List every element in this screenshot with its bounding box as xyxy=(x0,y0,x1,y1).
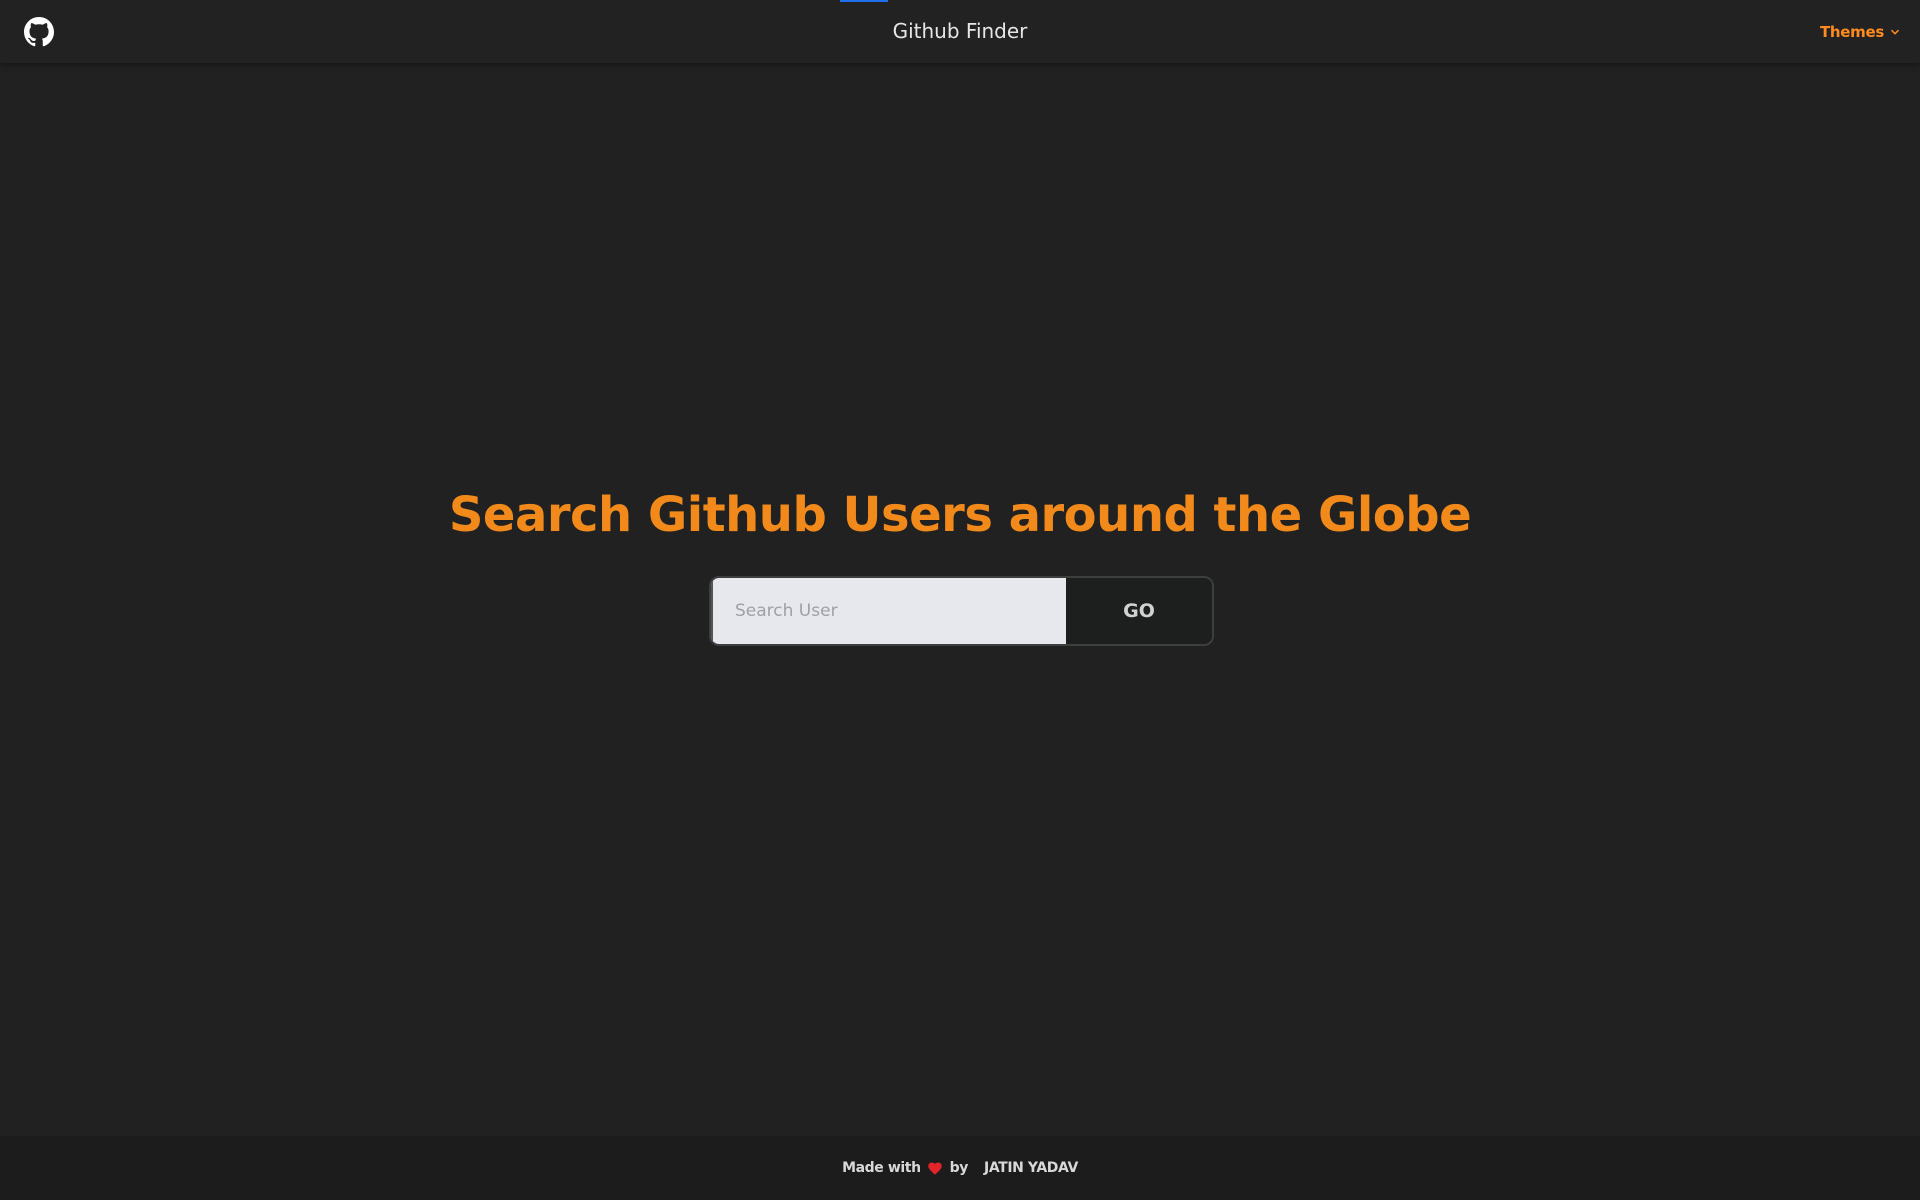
themes-dropdown[interactable]: Themes xyxy=(1820,20,1900,44)
heart-icon xyxy=(927,1162,942,1175)
themes-label: Themes xyxy=(1819,23,1884,41)
app-title: Github Finder xyxy=(892,19,1028,43)
main-content: Search Github Users around the Globe GO xyxy=(0,63,1920,1136)
go-button[interactable]: GO xyxy=(1066,578,1212,644)
by-text: by xyxy=(949,1160,969,1176)
footer: Made with by JATIN YADAV xyxy=(0,1136,1920,1200)
author-name: JATIN YADAV xyxy=(984,1160,1078,1176)
github-icon[interactable] xyxy=(24,17,54,47)
navbar: Github Finder Themes xyxy=(0,0,1920,63)
chevron-down-icon xyxy=(1890,27,1900,37)
hero-title: Search Github Users around the Globe xyxy=(448,487,1472,543)
search-input[interactable] xyxy=(711,578,1066,644)
search-form: GO xyxy=(709,576,1214,646)
made-with-text: Made with xyxy=(842,1160,921,1176)
nav-accent-line xyxy=(840,0,888,2)
